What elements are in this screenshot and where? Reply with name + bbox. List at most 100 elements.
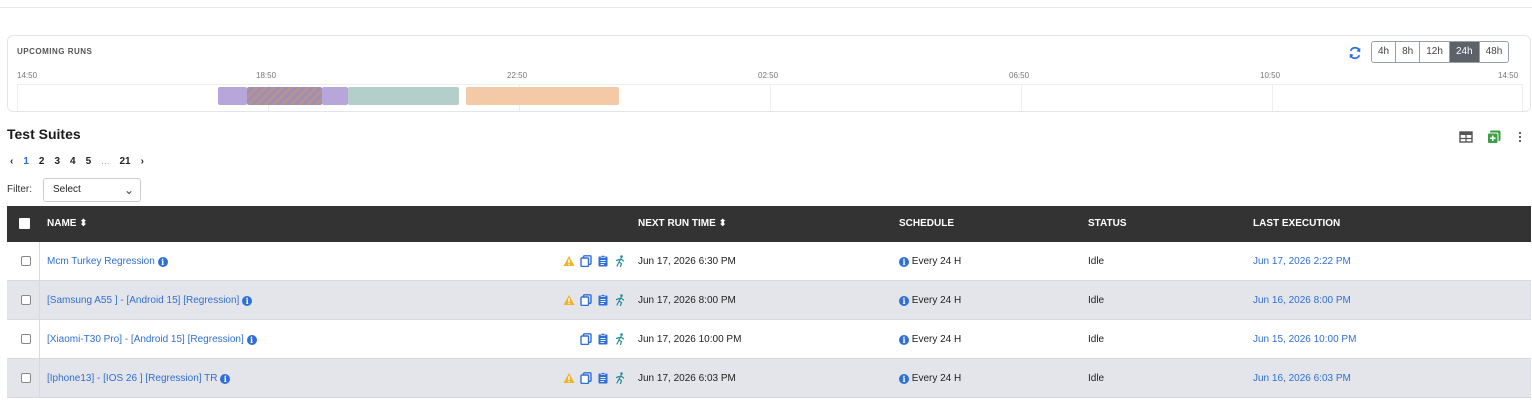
pagination: ‹ 1 2 3 4 5 ... 21 ›: [10, 156, 154, 167]
row-actions: [563, 294, 626, 306]
page-5-button[interactable]: 5: [86, 156, 92, 167]
info-icon[interactable]: i: [246, 335, 257, 345]
time-range-selector: 4h 8h 12h 24h 48h: [1371, 41, 1510, 63]
suite-name-cell: [Iphone13] - [IOS 26 ] [Regression] TR i: [47, 359, 231, 398]
timeline-tick: 10:50: [1260, 71, 1281, 80]
last-execution-link[interactable]: Jun 17, 2026 2:22 PM: [1253, 242, 1351, 281]
info-icon[interactable]: i: [242, 296, 253, 306]
status-cell: Idle: [1088, 256, 1105, 267]
suite-name-link[interactable]: [Iphone13] - [IOS 26 ] [Regression] TR: [47, 373, 217, 384]
suite-name-cell: [Samsung A55 ] - [Android 15] [Regressio…: [47, 281, 253, 320]
timeline-tick: 14:50: [1498, 71, 1519, 80]
test-suites-table: NAME ⬍ NEXT RUN TIME ⬍ SCHEDULE STATUS L…: [7, 206, 1531, 398]
range-8h-button[interactable]: 8h: [1396, 42, 1421, 62]
range-48h-button[interactable]: 48h: [1479, 42, 1509, 62]
table-row[interactable]: Mcm Turkey Regression i Jun 17, 2026 6:30…: [7, 242, 1531, 281]
column-divider: [39, 281, 40, 319]
select-all-checkbox[interactable]: [19, 218, 30, 229]
run-icon[interactable]: [614, 294, 626, 306]
run-icon[interactable]: [614, 372, 626, 384]
row-checkbox[interactable]: [21, 373, 31, 383]
suite-name-link[interactable]: [Xiaomi-T30 Pro] - [Android 15] [Regress…: [47, 334, 244, 345]
table-body: Mcm Turkey Regression i Jun 17, 2026 6:30…: [7, 242, 1531, 398]
column-header-next-run[interactable]: NEXT RUN TIME ⬍: [638, 206, 727, 242]
page-1-button[interactable]: 1: [23, 156, 29, 167]
clipboard-icon[interactable]: [597, 294, 609, 306]
timeline-run-bar[interactable]: [218, 87, 247, 105]
copy-icon[interactable]: [580, 333, 592, 345]
range-4h-button[interactable]: 4h: [1372, 42, 1397, 62]
filter-select-value: Select: [53, 184, 81, 195]
warning-icon[interactable]: [563, 255, 575, 267]
timeline-run-bar[interactable]: [247, 87, 322, 105]
table-view-icon[interactable]: [1459, 130, 1473, 144]
timeline-tick: 02:50: [758, 71, 779, 80]
table-row[interactable]: [Xiaomi-T30 Pro] - [Android 15] [Regress…: [7, 320, 1531, 359]
timeline-tick: 22:50: [507, 71, 528, 80]
last-execution-link[interactable]: Jun 16, 2026 8:00 PM: [1253, 281, 1351, 320]
info-icon[interactable]: i: [157, 257, 168, 267]
column-divider: [39, 242, 40, 280]
last-execution-link[interactable]: Jun 16, 2026 6:03 PM: [1253, 359, 1351, 398]
refresh-icon[interactable]: [1348, 46, 1362, 60]
row-actions: [563, 255, 626, 267]
timeline-run-bar[interactable]: [466, 87, 619, 105]
timeline-run-bar[interactable]: [348, 87, 459, 105]
run-icon[interactable]: [614, 255, 626, 267]
row-actions: [563, 372, 626, 384]
page-2-button[interactable]: 2: [39, 156, 45, 167]
info-icon[interactable]: i: [899, 296, 909, 306]
timeline-tick: 14:50: [17, 71, 38, 80]
column-divider: [39, 320, 40, 358]
timeline-tick: 18:50: [256, 71, 277, 80]
page-4-button[interactable]: 4: [70, 156, 76, 167]
filter-label: Filter:: [7, 184, 32, 195]
prev-page-button[interactable]: ‹: [10, 156, 13, 167]
copy-icon[interactable]: [580, 294, 592, 306]
table-row[interactable]: [Iphone13] - [IOS 26 ] [Regression] TR i…: [7, 359, 1531, 398]
info-icon[interactable]: i: [899, 374, 909, 384]
timeline-tick: 06:50: [1009, 71, 1030, 80]
run-icon[interactable]: [614, 333, 626, 345]
filter-select[interactable]: Select ⌄: [43, 178, 141, 202]
info-icon[interactable]: i: [220, 374, 231, 384]
warning-icon[interactable]: [563, 294, 575, 306]
status-cell: Idle: [1088, 295, 1105, 306]
timeline-run-bar[interactable]: [322, 87, 348, 105]
schedule-text: Every 24 H: [911, 295, 962, 306]
add-icon[interactable]: [1487, 130, 1501, 144]
last-execution-link[interactable]: Jun 15, 2026 10:00 PM: [1253, 320, 1356, 359]
row-checkbox[interactable]: [21, 334, 31, 344]
timeline-track: [17, 85, 1523, 111]
table-row[interactable]: [Samsung A55 ] - [Android 15] [Regressio…: [7, 281, 1531, 320]
page-title: Test Suites: [7, 126, 81, 142]
suite-name-cell: Mcm Turkey Regression i: [47, 242, 168, 281]
copy-icon[interactable]: [580, 372, 592, 384]
page-3-button[interactable]: 3: [54, 156, 60, 167]
clipboard-icon[interactable]: [597, 372, 609, 384]
top-divider: [0, 0, 1532, 8]
clipboard-icon[interactable]: [597, 255, 609, 267]
copy-icon[interactable]: [580, 255, 592, 267]
row-checkbox[interactable]: [21, 295, 31, 305]
schedule-cell: i Every 24 H: [899, 242, 961, 281]
pagination-ellipsis: ...: [101, 156, 110, 167]
upcoming-runs-title: UPCOMING RUNS: [17, 47, 93, 56]
chevron-down-icon: ⌄: [123, 183, 134, 197]
upcoming-runs-panel: UPCOMING RUNS 4h 8h 12h 24h 48h 14:50 18…: [7, 35, 1531, 112]
range-12h-button[interactable]: 12h: [1420, 42, 1450, 62]
range-24h-button[interactable]: 24h: [1449, 42, 1480, 62]
next-page-button[interactable]: ›: [141, 156, 144, 167]
suite-name-link[interactable]: Mcm Turkey Regression: [47, 256, 155, 267]
info-icon[interactable]: i: [899, 335, 909, 345]
more-vertical-icon[interactable]: [1516, 130, 1524, 144]
info-icon[interactable]: i: [899, 257, 909, 267]
table-header: NAME ⬍ NEXT RUN TIME ⬍ SCHEDULE STATUS L…: [7, 206, 1531, 242]
row-checkbox[interactable]: [21, 256, 31, 266]
clipboard-icon[interactable]: [597, 333, 609, 345]
column-header-name[interactable]: NAME ⬍: [47, 206, 88, 242]
suite-name-link[interactable]: [Samsung A55 ] - [Android 15] [Regressio…: [47, 295, 239, 306]
warning-icon[interactable]: [563, 372, 575, 384]
schedule-cell: i Every 24 H: [899, 359, 961, 398]
page-21-button[interactable]: 21: [120, 156, 131, 167]
